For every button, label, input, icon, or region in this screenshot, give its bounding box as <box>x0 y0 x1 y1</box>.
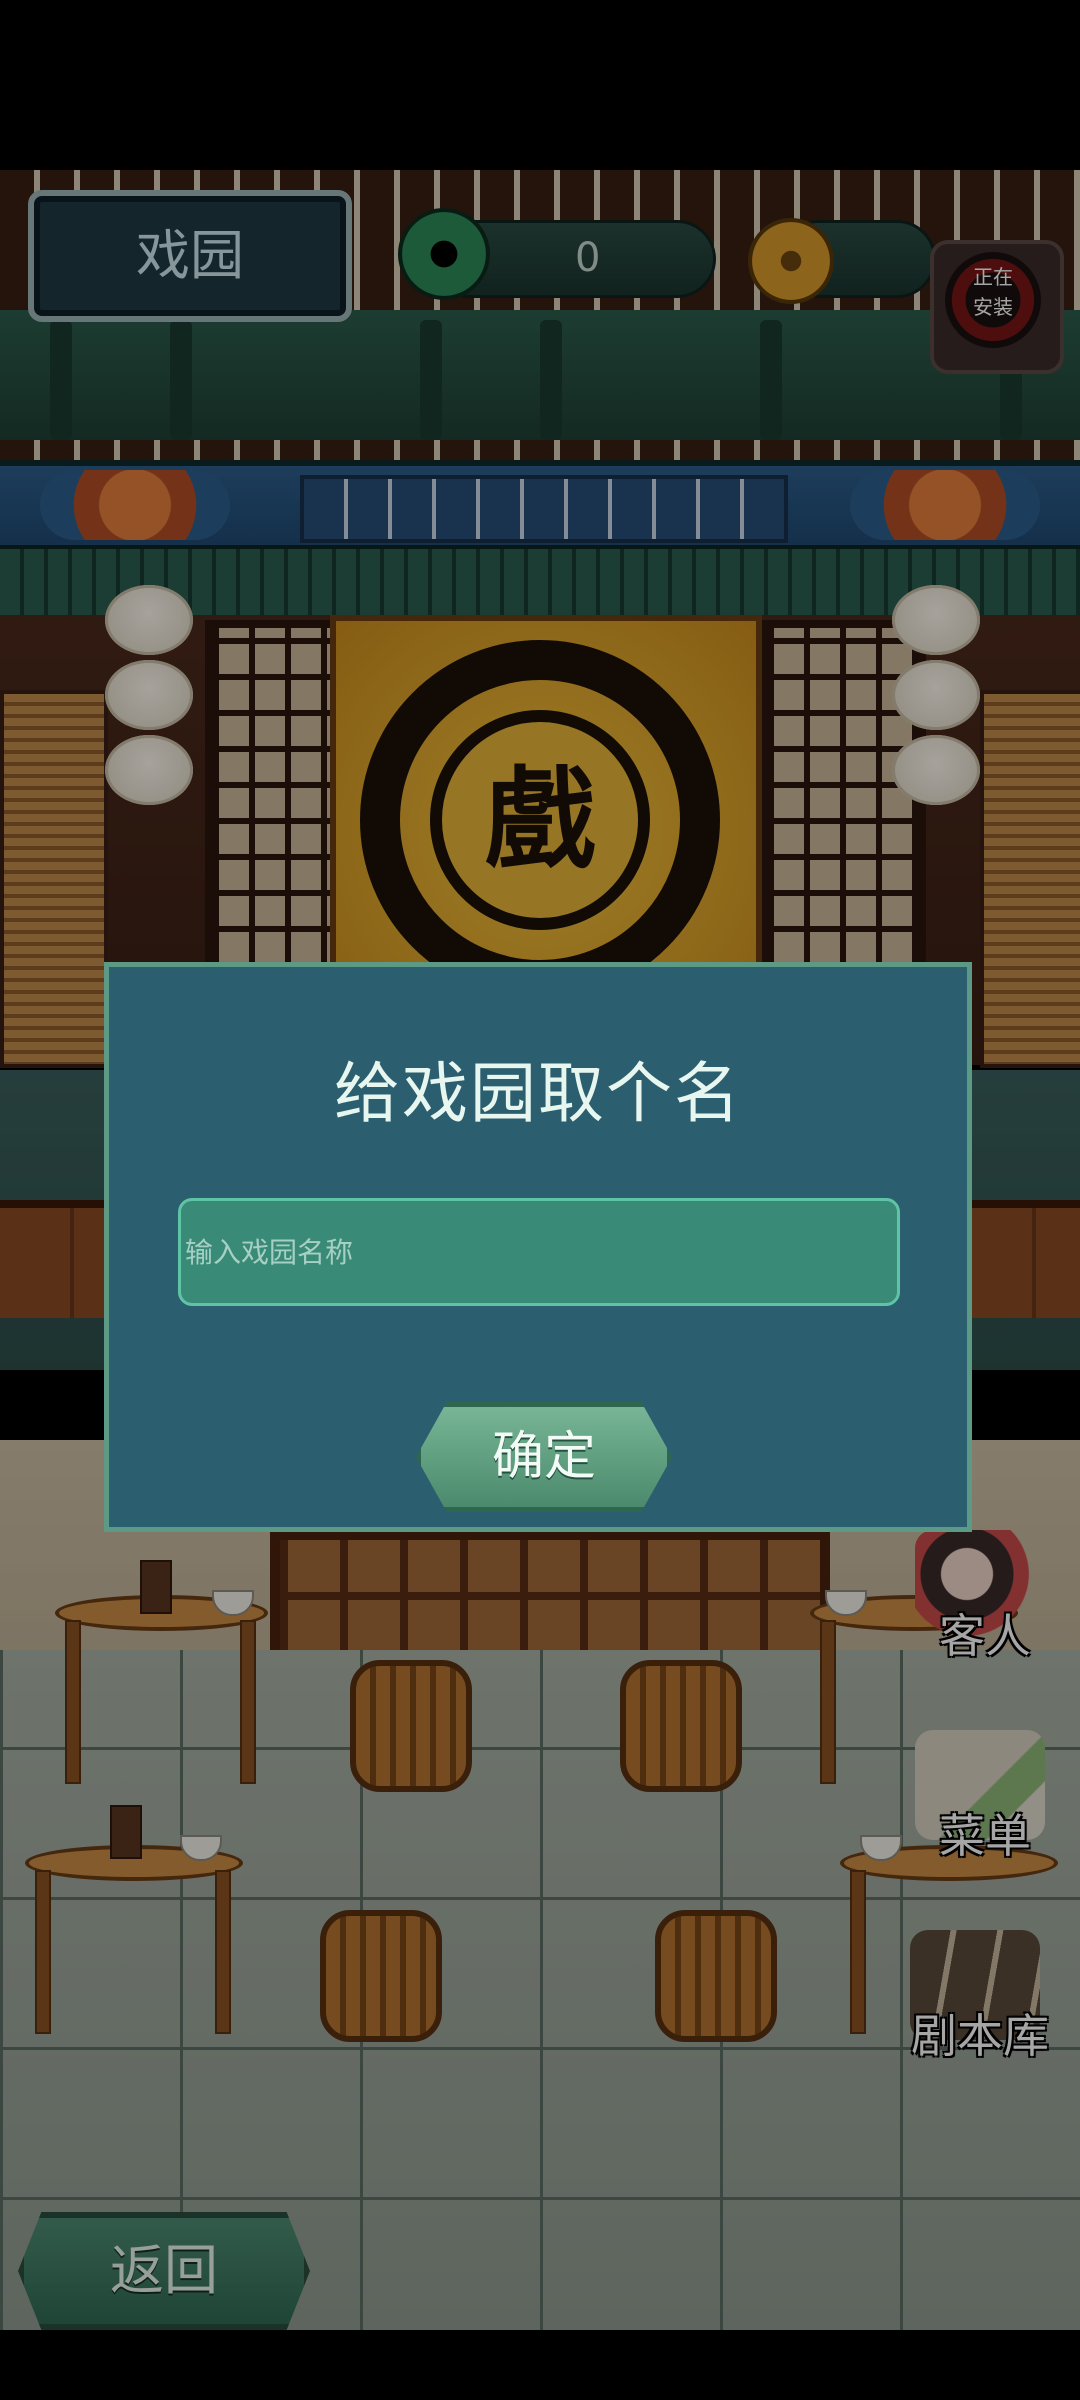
bottom-black-bar <box>0 2330 1080 2400</box>
confirm-label[interactable]: 确定 <box>416 1402 672 1512</box>
venue-name-input[interactable] <box>178 1198 900 1306</box>
dialog-title: 给戏园取个名 <box>334 1055 742 1132</box>
top-black-bar <box>0 0 1080 170</box>
